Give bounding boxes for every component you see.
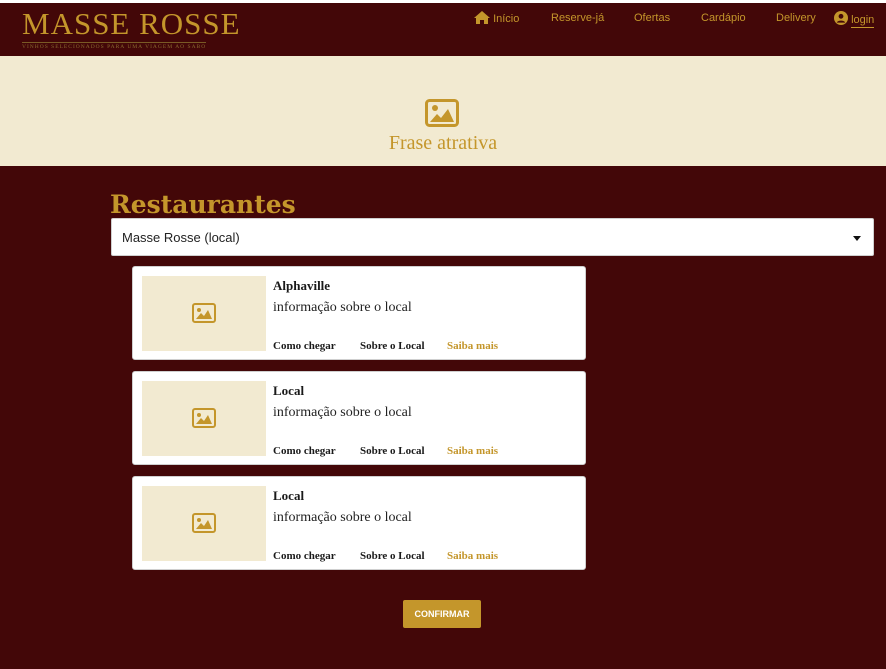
restaurant-select[interactable]: Masse Rosse (local) — [111, 218, 874, 256]
nav-login[interactable]: login — [834, 11, 875, 29]
logo-tagline: VINHOS SELECIONADOS PARA UMA VIAGEM AO S… — [22, 44, 206, 50]
about-link[interactable]: Sobre o Local — [360, 445, 425, 457]
card-image — [142, 381, 266, 456]
nav-home[interactable]: Início — [474, 11, 519, 28]
logo-divider — [22, 42, 206, 43]
image-icon — [425, 99, 459, 132]
restaurant-select-value: Masse Rosse (local) — [122, 230, 240, 245]
nav-menu[interactable]: Cardápio — [701, 11, 746, 25]
restaurant-card: Alphaville informação sobre o local Como… — [132, 266, 586, 360]
nav-reserve[interactable]: Reserve-já — [551, 11, 604, 25]
card-title: Alphaville — [273, 278, 331, 293]
nav-offers[interactable]: Ofertas — [634, 11, 670, 25]
main-nav: Início Reserve-já Ofertas Cardápio Deliv… — [0, 11, 886, 31]
card-title: Local — [273, 383, 305, 398]
chevron-down-icon — [853, 236, 861, 241]
restaurant-card: Local informação sobre o local Como cheg… — [132, 476, 586, 570]
hero-banner: Frase atrativa — [0, 56, 886, 166]
about-link[interactable]: Sobre o Local — [360, 550, 425, 562]
learn-more-link[interactable]: Saiba mais — [447, 340, 498, 352]
user-icon — [834, 11, 848, 29]
learn-more-link[interactable]: Saiba mais — [447, 445, 498, 457]
home-icon — [474, 11, 490, 28]
directions-link[interactable]: Como chegar — [273, 445, 336, 457]
image-icon — [192, 303, 216, 323]
confirm-button[interactable]: CONFIRMAR — [403, 600, 481, 628]
card-info: informação sobre o local — [273, 405, 412, 420]
site-header: MASSE ROSSE VINHOS SELECIONADOS PARA UMA… — [0, 3, 886, 56]
section-title: Restaurantes — [110, 190, 296, 219]
restaurants-section: Restaurantes Masse Rosse (local) Alphavi… — [0, 166, 886, 669]
learn-more-link[interactable]: Saiba mais — [447, 550, 498, 562]
card-info: informação sobre o local — [273, 510, 412, 525]
image-icon — [192, 408, 216, 428]
card-image — [142, 276, 266, 351]
about-link[interactable]: Sobre o Local — [360, 340, 425, 352]
nav-home-label: Início — [493, 13, 520, 25]
nav-delivery[interactable]: Delivery — [776, 11, 816, 25]
nav-login-label: login — [851, 14, 875, 28]
card-title: Local — [273, 488, 305, 503]
restaurant-card: Local informação sobre o local Como cheg… — [132, 371, 586, 465]
card-info: informação sobre o local — [273, 300, 412, 315]
card-image — [142, 486, 266, 561]
hero-title: Frase atrativa — [388, 132, 498, 154]
directions-link[interactable]: Como chegar — [273, 550, 336, 562]
image-icon — [192, 513, 216, 533]
directions-link[interactable]: Como chegar — [273, 340, 336, 352]
